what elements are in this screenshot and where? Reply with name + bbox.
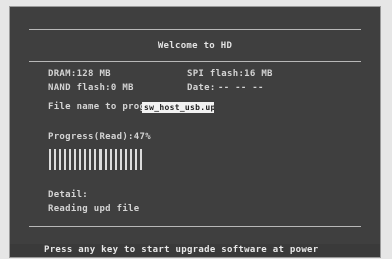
detail-label: Detail: (48, 190, 89, 200)
spi-flash-info: SPI flash:16 MB (187, 69, 273, 79)
progress-segment (84, 149, 87, 170)
date-value: -- -- -- (218, 83, 264, 93)
progress-segment (79, 149, 82, 170)
progress-segment (64, 149, 67, 170)
progress-segment (104, 149, 107, 170)
file-name-input[interactable]: sw_host_usb.upd (142, 102, 214, 113)
progress-segment (124, 149, 127, 170)
progress-segment (49, 149, 52, 170)
title-divider (29, 61, 361, 62)
progress-segment (129, 149, 132, 170)
footer-bar: Press any key to start upgrade software … (10, 244, 380, 257)
progress-segment (89, 149, 92, 170)
top-divider (29, 29, 361, 30)
detail-value: Reading upd file (48, 204, 140, 214)
progress-label: Progress(Read):47% (48, 132, 151, 142)
progress-segment (119, 149, 122, 170)
progress-segment (74, 149, 77, 170)
progress-segment (134, 149, 137, 170)
progress-segment (139, 149, 142, 170)
progress-segment (99, 149, 102, 170)
footer-instruction: Press any key to start upgrade software … (44, 245, 319, 255)
screen: Welcome to HD DRAM:128 MB SPI flash:16 M… (0, 0, 392, 259)
progress-segment (59, 149, 62, 170)
upgrade-console: Welcome to HD DRAM:128 MB SPI flash:16 M… (9, 6, 381, 258)
footer-divider (29, 226, 361, 227)
progress-segment (109, 149, 112, 170)
progress-segment (94, 149, 97, 170)
date-label: Date: (187, 83, 216, 93)
progress-segment (69, 149, 72, 170)
nand-flash-info: NAND flash:0 MB (48, 83, 134, 93)
console-title: Welcome to HD (157, 41, 233, 51)
progress-segment (54, 149, 57, 170)
progress-segment (114, 149, 117, 170)
dram-info: DRAM:128 MB (48, 69, 111, 79)
progress-bar (49, 149, 142, 170)
